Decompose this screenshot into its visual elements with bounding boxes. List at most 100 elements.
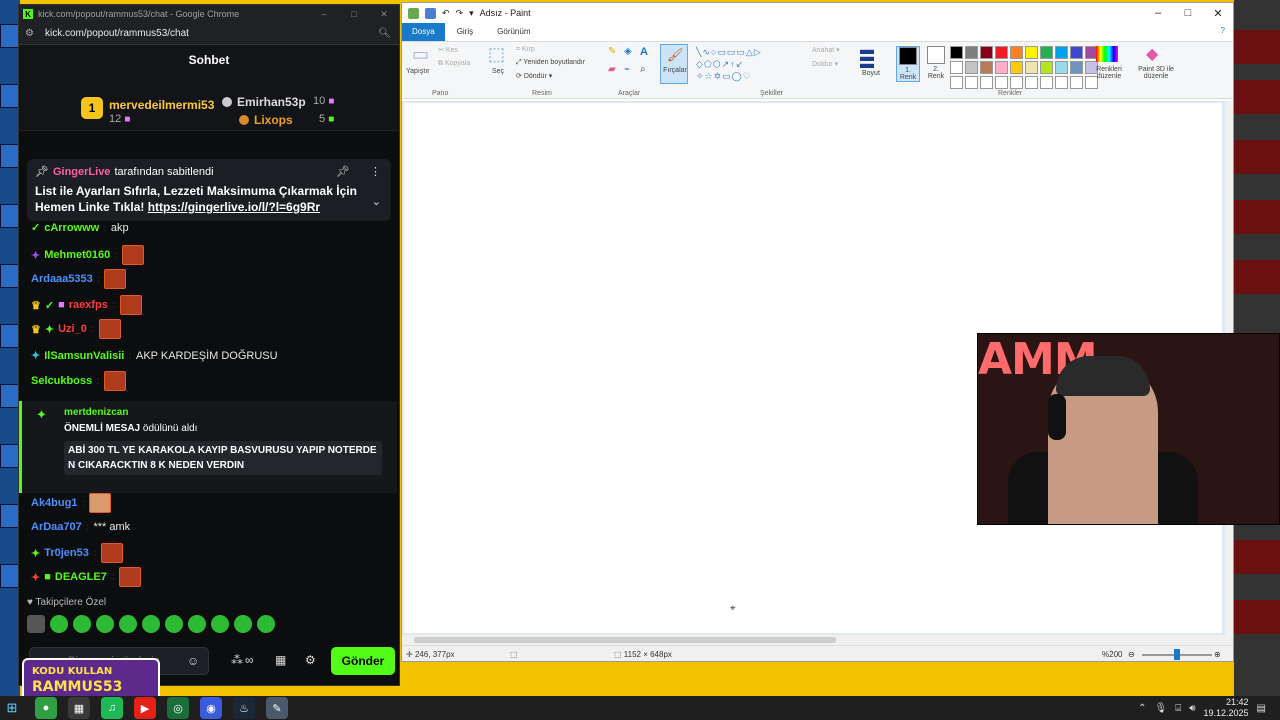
close-icon[interactable]: ✕ <box>1203 7 1233 20</box>
desktop-shortcut[interactable] <box>0 324 20 348</box>
minimize-icon[interactable]: – <box>309 9 339 20</box>
network-icon[interactable]: ⌸ <box>1175 703 1181 714</box>
palette-swatch[interactable] <box>1055 61 1068 74</box>
outline-button[interactable]: Anahat ▾ <box>812 46 840 54</box>
maximize-icon[interactable]: □ <box>339 9 369 20</box>
palette-swatch[interactable] <box>1025 76 1038 89</box>
chat-username[interactable]: DEAGLE7 <box>55 571 107 583</box>
url-text[interactable]: kick.com/popout/rammus53/chat <box>45 28 189 39</box>
minimize-icon[interactable]: – <box>1143 7 1173 20</box>
reward-username[interactable]: mertdenizcan <box>64 407 128 418</box>
site-settings-icon[interactable]: ⚙ <box>25 28 37 39</box>
horizontal-scrollbar[interactable] <box>402 635 1233 645</box>
scrollbar-thumb[interactable] <box>414 637 836 643</box>
size-icon[interactable]: ▬ ▬ ▬ <box>860 42 874 70</box>
palette-swatch[interactable] <box>1040 46 1053 59</box>
palette-swatch[interactable] <box>1025 61 1038 74</box>
youtube-icon[interactable]: ▶ <box>134 697 156 719</box>
microphone-icon[interactable]: 🎙︎ <box>1154 703 1167 714</box>
fill-button[interactable]: Doldur ▾ <box>812 60 838 68</box>
palette-swatch[interactable] <box>950 61 963 74</box>
cut-button[interactable]: ✂ Kes <box>438 46 458 54</box>
store-icon[interactable]: ▦ <box>275 653 286 667</box>
emote-button[interactable] <box>73 615 91 633</box>
rotate-button[interactable]: ⟳ Döndür ▾ <box>516 72 552 80</box>
brushes-button[interactable]: 🖌︎ Fırçalar <box>660 44 688 84</box>
palette-swatch[interactable] <box>1040 76 1053 89</box>
color-palette[interactable] <box>950 46 1098 89</box>
shapes-gallery[interactable]: ╲∿○▭▭▭△▷ ◇⬠⬡↗↑↙ ✧☆✡▭◯♡ <box>696 46 796 82</box>
fill-bucket-icon[interactable]: ◈ <box>624 46 632 57</box>
taskbar-app-icon[interactable]: ▦ <box>68 697 90 719</box>
chevron-down-icon[interactable]: ⌄ <box>372 195 381 208</box>
color1-selector[interactable]: 1. Renk <box>896 46 920 82</box>
zoom-slider-thumb[interactable] <box>1174 649 1180 660</box>
volume-icon[interactable]: 🔊︎ <box>1189 703 1195 714</box>
palette-swatch[interactable] <box>1010 46 1023 59</box>
second-gifter[interactable]: Emirhan53p <box>222 95 306 109</box>
windows-start-icon[interactable]: ⊞ <box>0 696 24 720</box>
tab-home[interactable]: Giriş <box>445 23 485 41</box>
steam-icon[interactable]: ♨ <box>233 697 255 719</box>
edit-colors-icon[interactable] <box>1096 46 1118 62</box>
close-icon[interactable]: ✕ <box>369 9 399 20</box>
palette-swatch[interactable] <box>965 46 978 59</box>
select-icon[interactable]: ⬚ <box>488 44 505 65</box>
pinned-link[interactable]: https://gingerlive.io/l/?l=6g9Rr <box>148 200 320 214</box>
pencil-icon[interactable]: ✎ <box>608 46 616 57</box>
more-options-icon[interactable]: ⋮ <box>370 165 381 178</box>
palette-swatch[interactable] <box>1010 61 1023 74</box>
gear-icon[interactable]: ⚙ <box>305 653 316 667</box>
desktop-shortcut[interactable] <box>0 84 20 108</box>
infinity-icon[interactable]: ∞ <box>245 653 254 667</box>
desktop-shortcut[interactable] <box>0 144 20 168</box>
pinned-message[interactable]: 📌︎ GingerLive tarafından sabitlendi List… <box>27 159 391 221</box>
chat-username[interactable]: Uzi_0 <box>58 323 87 335</box>
palette-swatch[interactable] <box>1010 76 1023 89</box>
zoom-out-icon[interactable]: ⊖ <box>1128 650 1135 659</box>
paint3d-icon[interactable]: ◆ <box>1146 44 1158 64</box>
palette-swatch[interactable] <box>950 46 963 59</box>
desktop-shortcut[interactable] <box>0 564 20 588</box>
size-button[interactable]: Boyut <box>862 70 880 77</box>
chat-username[interactable]: Ardaaa5353 <box>31 273 93 285</box>
copy-button[interactable]: ⧉ Kopyala <box>438 60 470 68</box>
paint-icon[interactable]: ✎ <box>266 697 288 719</box>
emoji-icon[interactable]: ☺ <box>187 654 199 668</box>
emote-button[interactable] <box>234 615 252 633</box>
select-button[interactable]: Seç <box>492 68 504 75</box>
chat-username[interactable]: IlSamsunValisii <box>44 350 124 362</box>
crop-button[interactable]: ⌗ Kırp <box>516 46 535 54</box>
palette-swatch[interactable] <box>1070 76 1083 89</box>
desktop-shortcut[interactable] <box>0 24 20 48</box>
address-bar[interactable]: ⚙ kick.com/popout/rammus53/chat 🔍︎ <box>19 23 399 45</box>
save-icon[interactable] <box>425 7 436 19</box>
resize-button[interactable]: ⤢ Yeniden boyutlandır <box>516 59 585 67</box>
chat-username[interactable]: ArDaa707 <box>31 521 82 533</box>
paste-icon[interactable]: ▭ <box>412 44 429 65</box>
zoom-in-icon[interactable]: ⊕ <box>1214 650 1221 659</box>
emote-button[interactable] <box>119 615 137 633</box>
palette-swatch[interactable] <box>995 46 1008 59</box>
palette-swatch[interactable] <box>1055 76 1068 89</box>
clock[interactable]: 21:42 19.12.2025 <box>1204 697 1249 719</box>
tab-view[interactable]: Görünüm <box>485 23 542 41</box>
emote-button[interactable] <box>142 615 160 633</box>
desktop-shortcut[interactable] <box>0 444 20 468</box>
palette-swatch[interactable] <box>995 76 1008 89</box>
palette-swatch[interactable] <box>980 46 993 59</box>
color2-selector[interactable]: 2. Renk <box>924 46 948 82</box>
eraser-icon[interactable]: ▰ <box>608 64 616 75</box>
chevron-up-icon[interactable]: ⌃ <box>1138 703 1146 714</box>
undo-icon[interactable]: ↶ <box>442 8 450 19</box>
chat-username[interactable]: Ak4bug1 <box>31 497 77 509</box>
desktop-shortcut[interactable] <box>0 384 20 408</box>
spotify-icon[interactable]: ♫ <box>101 697 123 719</box>
unpin-icon[interactable]: 📌︎ <box>336 165 350 178</box>
redo-icon[interactable]: ↷ <box>456 8 464 19</box>
palette-swatch[interactable] <box>1055 46 1068 59</box>
emote-button[interactable] <box>188 615 206 633</box>
emote-button[interactable] <box>96 615 114 633</box>
chrome-icon[interactable]: ◉ <box>200 697 222 719</box>
palette-swatch[interactable] <box>965 61 978 74</box>
